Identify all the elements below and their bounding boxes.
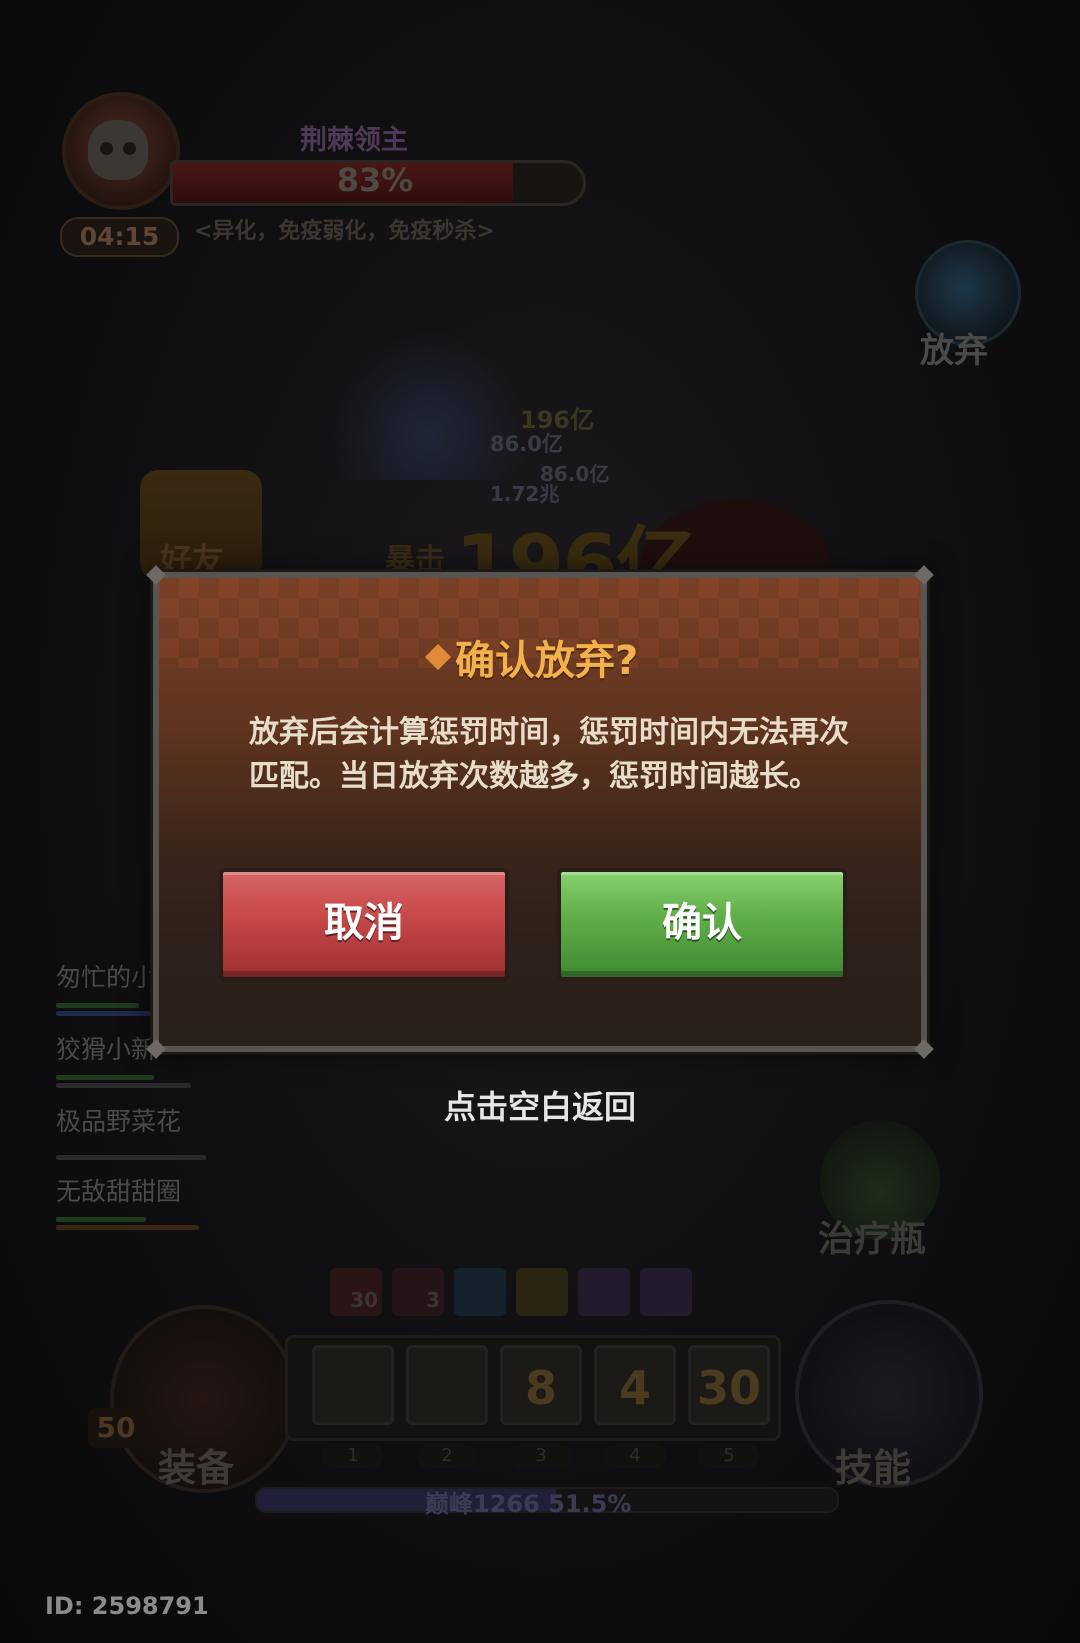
skill-slot[interactable]: 30: [688, 1345, 770, 1425]
buff-icon: [640, 1268, 692, 1316]
confirm-abandon-dialog: 确认放弃? 放弃后会计算惩罚时间，惩罚时间内无法再次匹配。当日放弃次数越多，惩罚…: [146, 565, 934, 1059]
team-member-hp-bar: [56, 1003, 139, 1008]
buff-icon: [454, 1268, 506, 1316]
buff-icon: 3: [392, 1268, 444, 1316]
damage-number: 86.0亿: [490, 432, 563, 456]
skill-button-label[interactable]: 技能: [835, 1437, 911, 1492]
skill-slot-number: 4: [604, 1444, 666, 1468]
peak-progress-label: 巅峰1266 51.5%: [425, 1490, 632, 1518]
skill-slot[interactable]: 4: [594, 1345, 676, 1425]
diamond-ornament-icon: [424, 643, 452, 671]
skill-slot[interactable]: [312, 1345, 394, 1425]
skill-slot[interactable]: [406, 1345, 488, 1425]
skill-slot-number: 1: [322, 1444, 384, 1468]
buff-icon: [578, 1268, 630, 1316]
player-id: ID: 2598791: [45, 1592, 209, 1620]
dialog-corner: [914, 1039, 934, 1059]
dialog-message: 放弃后会计算惩罚时间，惩罚时间内无法再次匹配。当日放弃次数越多，惩罚时间越长。: [249, 715, 849, 794]
team-member-mp-bar: [56, 1155, 206, 1160]
team-member-name: 狡猾小新: [56, 1035, 157, 1064]
potion-button-label[interactable]: 治疗瓶: [818, 1210, 926, 1262]
abandon-button-label[interactable]: 放弃: [920, 323, 988, 372]
team-member-hp-bar: [56, 1075, 154, 1080]
boss-skull-icon: [88, 120, 148, 180]
buff-icon: [516, 1268, 568, 1316]
boss-timer: 04:15: [60, 217, 179, 257]
boss-hp-percent: 83%: [336, 161, 414, 199]
team-member-mp-bar: [56, 1225, 199, 1230]
boss-name: 荆棘领主: [300, 125, 408, 156]
equip-level-badge: 50: [88, 1408, 144, 1448]
buff-icon: 30: [330, 1268, 382, 1316]
team-member-name: 无敌甜甜圈: [56, 1177, 182, 1206]
skill-slot-number: 2: [416, 1444, 478, 1468]
skill-slot[interactable]: 8: [500, 1345, 582, 1425]
game-scene: 04:15 荆棘领主 83% <异化，免疫弱化，免疫秒杀> 放弃 196亿 86…: [0, 0, 1080, 1643]
skill-slot-number: 5: [698, 1444, 760, 1468]
team-member-name: 匆忙的小: [56, 963, 157, 992]
dialog-title: 确认放弃?: [455, 638, 639, 684]
confirm-button[interactable]: 确认: [557, 868, 847, 981]
equip-button-label[interactable]: 装备: [158, 1437, 234, 1492]
boss-traits: <异化，免疫弱化，免疫秒杀>: [194, 219, 495, 244]
cancel-button[interactable]: 取消: [219, 868, 509, 981]
tap-blank-to-return[interactable]: 点击空白返回: [0, 1082, 1080, 1128]
team-member-hp-bar: [56, 1217, 146, 1222]
skill-slot-number: 3: [510, 1444, 572, 1468]
